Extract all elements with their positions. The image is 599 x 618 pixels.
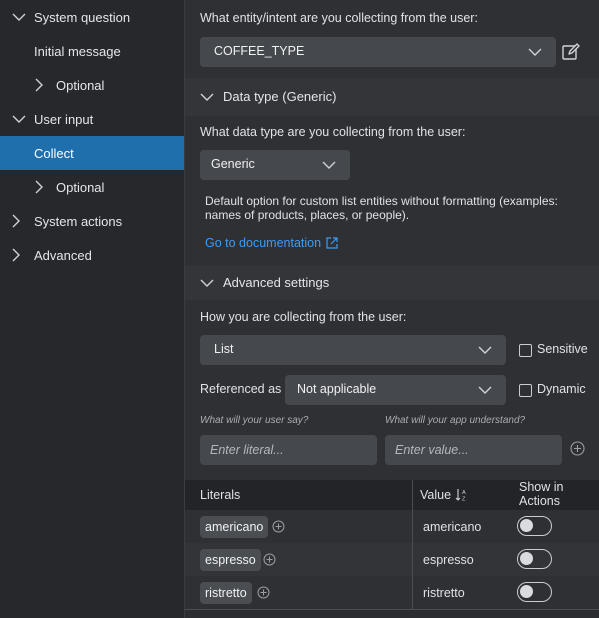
literal-input[interactable] bbox=[200, 435, 377, 465]
chevron-down-icon bbox=[478, 383, 492, 397]
referenced-as-select[interactable]: Not applicable bbox=[285, 375, 506, 405]
show-in-actions-toggle[interactable] bbox=[517, 549, 552, 569]
toggle-knob bbox=[520, 585, 533, 598]
column-divider bbox=[412, 480, 413, 610]
literal-chip: ristretto bbox=[200, 582, 252, 604]
documentation-link-label: Go to documentation bbox=[205, 236, 322, 250]
sidebar-item-label: Optional bbox=[56, 180, 105, 195]
sensitive-checkbox[interactable] bbox=[519, 344, 532, 357]
data-type-description: Default option for custom list entities … bbox=[205, 194, 558, 222]
data-type-select-value: Generic bbox=[211, 157, 255, 171]
sensitive-label: Sensitive bbox=[537, 342, 588, 356]
show-in-actions-column-header: Show in Actions bbox=[519, 480, 564, 508]
dynamic-checkbox[interactable] bbox=[519, 384, 532, 397]
sidebar-item-initial-message[interactable]: Initial message bbox=[0, 34, 184, 68]
entity-section: What entity/intent are you collecting fr… bbox=[185, 0, 599, 78]
table-bottom-divider bbox=[185, 609, 599, 610]
sort-icon: A Z bbox=[455, 489, 466, 503]
value-column-label: Value bbox=[420, 488, 452, 502]
entity-select-value: COFFEE_TYPE bbox=[214, 44, 305, 58]
sidebar-item-user-input[interactable]: User input bbox=[0, 102, 184, 136]
chevron-down-icon bbox=[528, 45, 542, 59]
add-circle-icon[interactable] bbox=[570, 441, 585, 456]
external-link-icon bbox=[326, 237, 338, 249]
literals-table-header: Literals Value A Z Show in Actions bbox=[185, 480, 599, 510]
literal-chip: espresso bbox=[200, 549, 261, 571]
sidebar-nav: System question Initial message Optional… bbox=[0, 0, 185, 618]
chevron-down-icon bbox=[11, 111, 27, 127]
user-say-label: What will your user say? bbox=[200, 415, 309, 426]
collect-mode-select[interactable]: List bbox=[200, 335, 506, 365]
chevron-right-icon bbox=[8, 213, 24, 229]
chevron-down-icon bbox=[322, 158, 336, 172]
edit-icon[interactable] bbox=[561, 42, 581, 62]
add-synonym-icon[interactable] bbox=[263, 553, 276, 566]
referenced-as-label: Referenced as bbox=[200, 382, 282, 396]
documentation-link[interactable]: Go to documentation bbox=[205, 236, 338, 250]
chevron-right-icon bbox=[31, 179, 47, 195]
row-value: americano bbox=[423, 520, 482, 534]
data-type-header-title: Data type (Generic) bbox=[223, 89, 337, 104]
advanced-settings-header-title: Advanced settings bbox=[223, 275, 330, 290]
dynamic-label: Dynamic bbox=[537, 382, 586, 396]
table-row: ristretto ristretto bbox=[185, 576, 599, 609]
value-column-header[interactable]: Value A Z bbox=[420, 488, 469, 502]
chevron-down-icon bbox=[199, 275, 215, 291]
sidebar-item-label: Advanced bbox=[34, 248, 92, 263]
data-type-header[interactable]: Data type (Generic) bbox=[185, 78, 599, 116]
sidebar-item-label: Initial message bbox=[34, 44, 121, 59]
sidebar-item-collect[interactable]: Collect bbox=[0, 136, 184, 170]
table-row: espresso espresso bbox=[185, 543, 599, 576]
sidebar-item-label: System question bbox=[34, 10, 131, 25]
add-synonym-icon[interactable] bbox=[272, 520, 285, 533]
data-type-question: What data type are you collecting from t… bbox=[200, 125, 466, 139]
advanced-settings-header[interactable]: Advanced settings bbox=[185, 266, 599, 300]
toggle-knob bbox=[520, 519, 533, 532]
sidebar-item-advanced[interactable]: Advanced bbox=[0, 238, 184, 272]
sidebar-item-label: Collect bbox=[34, 146, 74, 161]
sidebar-item-system-question[interactable]: System question bbox=[0, 0, 184, 34]
entity-select[interactable]: COFFEE_TYPE bbox=[200, 37, 556, 67]
sidebar-item-optional-2[interactable]: Optional bbox=[0, 170, 184, 204]
show-in-actions-toggle[interactable] bbox=[517, 516, 552, 536]
table-row: americano americano bbox=[185, 510, 599, 543]
collect-panel: What entity/intent are you collecting fr… bbox=[185, 0, 599, 618]
add-synonym-icon[interactable] bbox=[257, 586, 270, 599]
row-value: espresso bbox=[423, 553, 474, 567]
sidebar-item-system-actions[interactable]: System actions bbox=[0, 204, 184, 238]
entity-question: What entity/intent are you collecting fr… bbox=[200, 11, 478, 25]
chevron-right-icon bbox=[8, 247, 24, 263]
svg-text:A: A bbox=[462, 490, 466, 496]
chevron-right-icon bbox=[31, 77, 47, 93]
chevron-down-icon bbox=[199, 89, 215, 105]
chevron-down-icon bbox=[478, 343, 492, 357]
toggle-knob bbox=[520, 552, 533, 565]
data-type-select[interactable]: Generic bbox=[200, 150, 350, 180]
sidebar-item-label: User input bbox=[34, 112, 94, 127]
app-understand-label: What will your app understand? bbox=[385, 415, 526, 426]
sidebar-item-label: System actions bbox=[34, 214, 123, 229]
row-value: ristretto bbox=[423, 586, 465, 600]
show-in-actions-toggle[interactable] bbox=[517, 582, 552, 602]
sidebar-item-label: Optional bbox=[56, 78, 105, 93]
sidebar-item-optional-1[interactable]: Optional bbox=[0, 68, 184, 102]
literal-chip: americano bbox=[200, 516, 269, 538]
literals-column-header: Literals bbox=[200, 488, 241, 502]
collect-mode-select-value: List bbox=[214, 342, 234, 356]
collect-mode-question: How you are collecting from the user: bbox=[200, 310, 407, 324]
value-input[interactable] bbox=[385, 435, 562, 465]
referenced-as-select-value: Not applicable bbox=[297, 382, 377, 396]
svg-text:Z: Z bbox=[462, 497, 466, 503]
chevron-down-icon bbox=[11, 9, 27, 25]
